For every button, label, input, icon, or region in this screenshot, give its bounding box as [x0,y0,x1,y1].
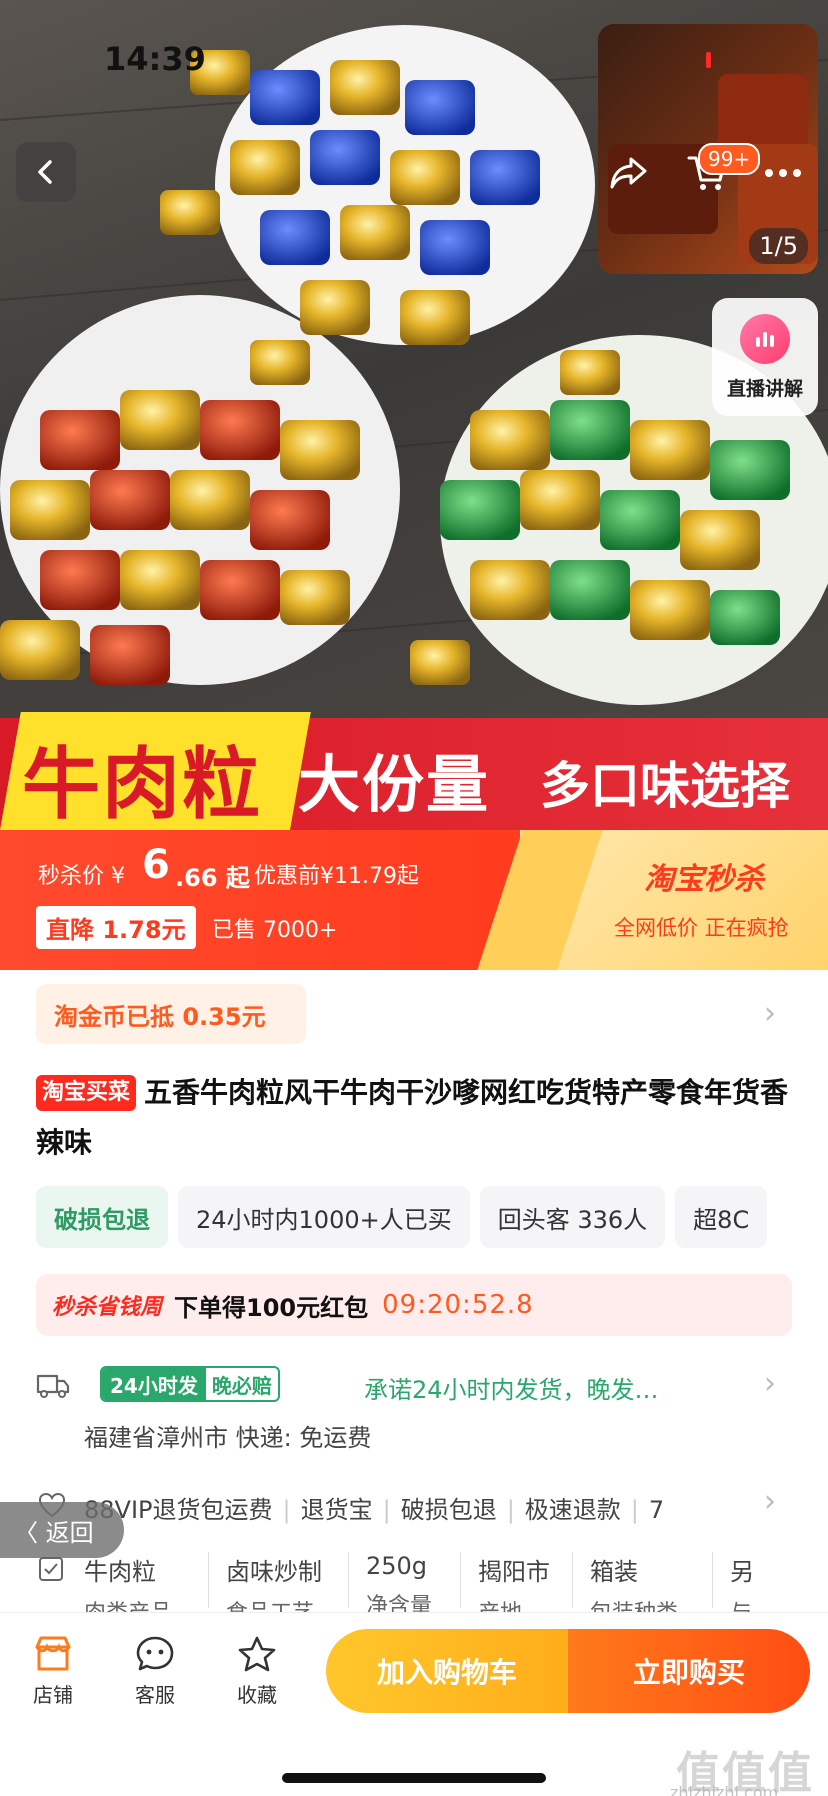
chevron-right-icon: › [764,1366,776,1401]
recording-indicator [706,52,711,68]
clipboard-icon [39,1557,63,1581]
live-explain-button[interactable]: 直播讲解 [712,298,818,416]
service-guarantees-row[interactable]: 88VIP退货包运费 | 退货宝 | 破损包退 | 极速退款 | 7 › [0,1482,828,1536]
badge-24h: 24小时发 [102,1368,206,1400]
sold-count: 已售 7000+ [212,918,338,943]
chevron-right-icon[interactable]: › [764,996,776,1031]
store-button[interactable]: 店铺 [8,1635,98,1708]
shipping-row[interactable]: 24小时发 晚必赔 承诺24小时内发货，晚发… › 福建省漳州市 快递: 免运费 [0,1360,828,1470]
cart-count-badge: 99+ [698,143,761,175]
taojinbi-discount-chip[interactable]: 淘金币已抵 0.35元 [36,984,306,1044]
truck-icon [36,1374,70,1398]
chip-more[interactable]: 超8C [675,1186,768,1248]
back-button[interactable] [16,142,76,202]
chevron-right-icon: › [764,1484,776,1519]
flash-week-promo[interactable]: 秒杀省钱周 下单得100元红包 09:20:52.8 [36,1274,792,1336]
shipping-origin: 福建省漳州市 快递: 免运费 [84,1424,372,1452]
promo-countdown: 09:20:52.8 [382,1290,534,1320]
thumbnail-meat [718,74,808,154]
flash-price-label: 秒杀价 ¥ [38,864,125,889]
home-indicator[interactable] [282,1773,546,1783]
favorite-label: 收藏 [237,1683,277,1707]
chip-repeat-customers[interactable]: 回头客 336人 [479,1186,666,1248]
live-explain-label: 直播讲解 [726,377,803,400]
banner-text-main: 牛肉粒 [22,740,263,830]
share-button[interactable] [604,148,654,198]
image-counter: 1/5 [749,228,808,264]
product-params-row[interactable]: 牛肉粒肉类产品 卤味炒制食品工艺 250g净含量 揭阳市产地 箱装包装种类 另与 [0,1548,828,1612]
param-item: 揭阳市产地 [478,1558,550,1612]
store-icon [35,1636,71,1671]
param-item: 箱装包装种类 [590,1558,678,1612]
shipping-promise: 承诺24小时内发货，晚发… [364,1376,659,1404]
customer-service-button[interactable]: 客服 [110,1635,200,1708]
shipping-24h-badge: 24小时发 晚必赔 [100,1366,280,1402]
more-dots-icon [765,169,801,177]
promo-logo: 秒杀省钱周 [52,1295,163,1320]
product-gallery[interactable]: 14:39 1/5 99+ 直播讲解 牛肉粒 大份量 多口味选择 [0,0,828,830]
add-to-cart-button[interactable]: 加入购物车 [326,1629,568,1713]
price-drop-badge: 直降 1.78元 [36,906,196,949]
service-item: 破损包退 [400,1496,497,1524]
param-item: 卤味炒制食品工艺 [226,1558,322,1612]
chat-face-icon [136,1636,174,1671]
badge-late-compensate: 晚必赔 [211,1373,272,1398]
price-decimal: .66 起 [175,864,250,892]
service-item: 退货宝 [300,1496,373,1524]
more-button[interactable] [758,148,808,198]
param-item: 另与 [730,1558,754,1612]
favorite-button[interactable]: 收藏 [212,1635,302,1708]
share-icon [610,157,647,189]
store-label: 店铺 [33,1683,73,1707]
watermark-url: zhizhizhi.com [670,1783,779,1796]
chip-damage-refund[interactable]: 破损包退 [36,1186,168,1248]
star-icon [238,1636,276,1672]
original-price: 优惠前¥11.79起 [254,864,419,889]
product-title: 淘宝买菜 五香牛肉粒风干牛肉干沙嗲网红吃货特产零食年货香辣味 [36,1068,796,1168]
param-item: 250g 净含量 [366,1552,433,1612]
taobao-maicai-tag: 淘宝买菜 [36,1075,137,1111]
buy-now-button[interactable]: 立即购买 [568,1629,810,1713]
promo-text: 下单得100元红包 [174,1293,369,1322]
banner-text-secondary: 大份量 [298,748,491,821]
taobao-flash-subtitle: 全网低价 正在疯抢 [614,916,789,940]
service-item: 7 [648,1496,665,1524]
param-item: 牛肉粒肉类产品 [84,1558,172,1612]
live-stats-icon [740,313,790,364]
taobao-flash-logo: 淘宝秒杀 [644,862,764,897]
product-title-text: 五香牛肉粒风干牛肉干沙嗲网红吃货特产零食年货香辣味 [36,1076,789,1159]
chip-recent-buyers[interactable]: 24小时内1000+人已买 [178,1186,470,1248]
service-item: 极速退款 [524,1496,621,1524]
flash-sale-price-bar[interactable]: 秒杀价 ¥ 6 .66 起 优惠前¥11.79起 直降 1.78元 已售 700… [0,830,828,970]
customer-service-label: 客服 [135,1683,175,1707]
service-list: 88VIP退货包运费 | 退货宝 | 破损包退 | 极速退款 | 7 [84,1496,665,1524]
benefit-chips: 破损包退 24小时内1000+人已买 回头客 336人 超8C [36,1186,768,1248]
bottom-action-bar: 店铺 客服 收藏 加入购物车 立即购买 值值值 zhizhizhi.com [0,1612,828,1796]
banner-text-tertiary: 多口味选择 [540,757,790,815]
price-integer: 6 [142,842,170,888]
chevron-left-icon [38,160,52,184]
status-time: 14:39 [104,40,206,78]
